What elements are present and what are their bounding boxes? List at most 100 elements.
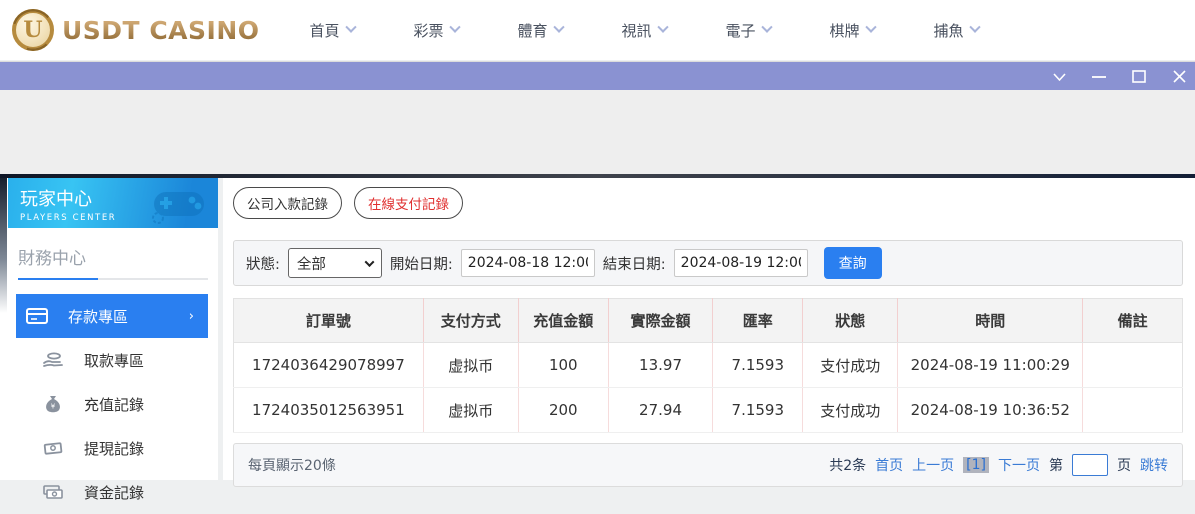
- maximize-icon[interactable]: [1131, 69, 1147, 85]
- record-tabs: 公司入款記錄 在線支付記錄: [233, 187, 1183, 219]
- search-button[interactable]: 查詢: [824, 247, 882, 279]
- next-page-link[interactable]: 下一页: [998, 455, 1040, 475]
- deposit-card-icon: [26, 306, 48, 326]
- col-exchange-rate: 匯率: [713, 299, 803, 343]
- section-underline: [18, 278, 208, 280]
- collapse-chevron-icon[interactable]: [1051, 69, 1067, 85]
- col-status: 狀態: [803, 299, 898, 343]
- jump-action-link[interactable]: 跳转: [1140, 455, 1168, 475]
- col-remarks: 備註: [1083, 299, 1183, 343]
- jump-prefix-label: 第: [1049, 455, 1063, 475]
- player-center-sidebar: 玩家中心 PLAYERS CENTER 財務中心 存款專區 ›: [0, 178, 218, 480]
- first-page-link[interactable]: 首页: [875, 455, 903, 475]
- chevron-down-icon: [345, 22, 356, 33]
- cash-out-icon: [42, 438, 64, 458]
- page-size-text: 每頁顯示20條: [248, 455, 336, 475]
- cell-exchange-rate: 7.1593: [713, 388, 803, 433]
- col-payment-method: 支付方式: [423, 299, 518, 343]
- minimize-icon[interactable]: [1091, 69, 1107, 85]
- sidebar-item-deposit[interactable]: 存款專區 ›: [16, 294, 208, 338]
- funds-note-icon: [42, 482, 64, 502]
- end-date-input[interactable]: [674, 249, 808, 277]
- table-header-row: 訂單號 支付方式 充值金額 實際金額 匯率 狀態 時間 備註: [234, 299, 1183, 343]
- cell-remarks: [1083, 388, 1183, 433]
- nav-item-live[interactable]: 視訊: [622, 20, 726, 41]
- status-select[interactable]: 全部: [288, 248, 382, 278]
- tab-company-deposit-records[interactable]: 公司入款記錄: [233, 187, 342, 219]
- cell-exchange-rate: 7.1593: [713, 343, 803, 388]
- logo-ball-icon: U: [12, 9, 54, 51]
- records-content-panel: 公司入款記錄 在線支付記錄 狀態: 全部 開始日期: 結束日期: 查詢 訂單號: [223, 178, 1195, 480]
- cell-order-id: 1724036429078997: [234, 343, 424, 388]
- money-bag-icon: ¥: [42, 394, 64, 414]
- cell-remarks: [1083, 343, 1183, 388]
- withdraw-hand-icon: [42, 350, 64, 370]
- window-controls: [1051, 62, 1187, 91]
- nav-item-sports[interactable]: 體育: [518, 20, 622, 41]
- chevron-down-icon: [364, 257, 374, 267]
- site-logo[interactable]: U USDT CASINO: [12, 9, 260, 51]
- sidebar-item-withdraw[interactable]: 取款專區: [16, 338, 208, 382]
- finance-section-title: 財務中心: [18, 244, 218, 269]
- chevron-down-icon: [969, 22, 980, 33]
- chevron-right-icon: ›: [189, 309, 194, 324]
- chevron-down-icon: [449, 22, 460, 33]
- chevron-down-icon: [761, 22, 772, 33]
- table-footer: 每頁顯示20條 共2条 首页 上一页 [1] 下一页 第 页 跳转: [233, 443, 1183, 487]
- chevron-down-icon: [553, 22, 564, 33]
- cell-time: 2024-08-19 11:00:29: [898, 343, 1083, 388]
- cell-status: 支付成功: [803, 388, 898, 433]
- current-page-badge: [1]: [963, 457, 989, 473]
- pagination: 共2条 首页 上一页 [1] 下一页 第 页 跳转: [829, 454, 1168, 476]
- col-recharge-amount: 充值金額: [518, 299, 608, 343]
- chevron-down-icon: [657, 22, 668, 33]
- gamepad-icon: [148, 184, 210, 224]
- nav-item-fishing[interactable]: 捕魚: [934, 20, 1038, 41]
- window-titlebar: [0, 61, 1195, 90]
- cell-status: 支付成功: [803, 343, 898, 388]
- start-date-label: 開始日期:: [390, 253, 453, 274]
- cell-payment-method: 虚拟币: [423, 388, 518, 433]
- end-date-label: 結束日期:: [603, 253, 666, 274]
- col-order-id: 訂單號: [234, 299, 424, 343]
- tab-online-payment-records[interactable]: 在線支付記錄: [354, 187, 463, 219]
- nav-item-lottery[interactable]: 彩票: [414, 20, 518, 41]
- sidebar-item-funds-records[interactable]: 資金記錄: [16, 470, 208, 514]
- top-header: U USDT CASINO 首頁 彩票 體育 視訊 電子 棋牌 捕魚: [0, 0, 1195, 60]
- sidebar-shadow-edge: [0, 178, 7, 313]
- cell-time: 2024-08-19 10:36:52: [898, 388, 1083, 433]
- sidebar-header: 玩家中心 PLAYERS CENTER: [8, 178, 218, 228]
- table-row: 1724035012563951 虚拟币 200 27.94 7.1593 支付…: [234, 388, 1183, 433]
- nav-item-home[interactable]: 首頁: [310, 20, 414, 41]
- svg-text:¥: ¥: [51, 403, 56, 411]
- nav-item-chess[interactable]: 棋牌: [830, 20, 934, 41]
- lower-layout: 玩家中心 PLAYERS CENTER 財務中心 存款專區 ›: [0, 178, 1195, 480]
- start-date-input[interactable]: [461, 249, 595, 277]
- cell-order-id: 1724035012563951: [234, 388, 424, 433]
- prev-page-link[interactable]: 上一页: [912, 455, 954, 475]
- status-label: 狀態:: [246, 253, 280, 274]
- sidebar-menu: 存款專區 › 取款專區 ¥ 充值記錄 提現記錄: [0, 294, 218, 514]
- sidebar-item-withdrawal-records[interactable]: 提現記錄: [16, 426, 208, 470]
- status-selected-value: 全部: [297, 253, 326, 274]
- sidebar-item-label: 充值記錄: [84, 394, 144, 415]
- col-actual-amount: 實際金額: [608, 299, 712, 343]
- filter-bar: 狀態: 全部 開始日期: 結束日期: 查詢: [233, 240, 1183, 286]
- sidebar-item-label: 提現記錄: [84, 438, 144, 459]
- main-nav: 首頁 彩票 體育 視訊 電子 棋牌 捕魚: [310, 20, 1038, 41]
- cell-actual-amount: 13.97: [608, 343, 712, 388]
- sidebar-item-label: 存款專區: [68, 306, 128, 327]
- nav-item-slots[interactable]: 電子: [726, 20, 830, 41]
- chevron-down-icon: [865, 22, 876, 33]
- cell-recharge-amount: 100: [518, 343, 608, 388]
- page-jump-input[interactable]: [1072, 454, 1108, 476]
- page-spacer: [0, 90, 1195, 174]
- sidebar-item-label: 資金記錄: [84, 482, 144, 503]
- cell-recharge-amount: 200: [518, 388, 608, 433]
- total-count: 共2条: [829, 455, 866, 475]
- col-time: 時間: [898, 299, 1083, 343]
- sidebar-item-recharge-records[interactable]: ¥ 充值記錄: [16, 382, 208, 426]
- logo-letter: U: [23, 17, 42, 43]
- jump-suffix-label: 页: [1117, 455, 1131, 475]
- close-icon[interactable]: [1171, 69, 1187, 85]
